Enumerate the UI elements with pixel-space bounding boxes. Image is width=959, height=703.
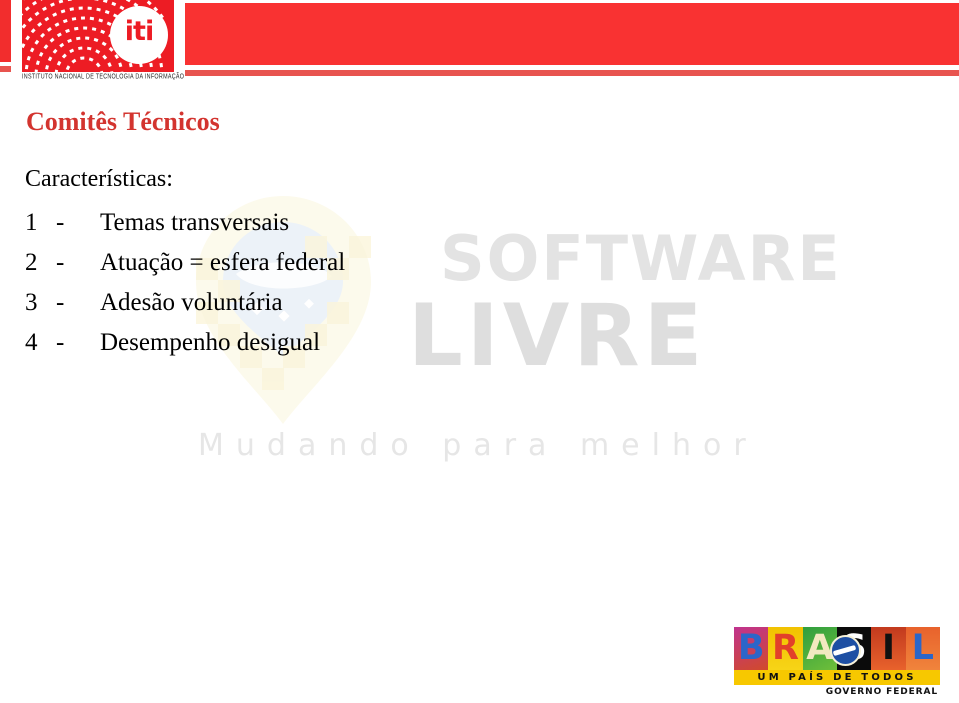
iti-logo: iti (22, 0, 174, 72)
brasil-flag-globe-band (832, 644, 857, 657)
list-item-dash: - (56, 249, 65, 276)
brasil-letter-b: B (734, 627, 769, 670)
list-item-label: Adesão voluntária (100, 289, 283, 316)
brasil-letter-l-glyph: L (911, 628, 934, 668)
brasil-letter-i: I (871, 627, 906, 670)
list-item-label: Atuação = esfera federal (100, 249, 346, 276)
brasil-letter-r-glyph: R (772, 628, 799, 668)
list-item-label: Temas transversais (100, 209, 290, 236)
page-title: Comitês Técnicos (26, 107, 220, 136)
subtitle: Características: (25, 166, 173, 192)
page-header: iti INSTITUTO NACIONAL DE TECNOLOGIA DA … (0, 0, 959, 92)
brasil-letter-b-glyph: B (737, 628, 765, 668)
list-item: 1 - Temas transversais (25, 203, 545, 243)
brasil-strip-text: UM PAÍS DE TODOS (757, 672, 917, 683)
list-item-dash: - (56, 329, 65, 356)
list-item-dash: - (56, 289, 65, 316)
header-thin-accent-bar (185, 70, 959, 76)
list-item-number: 2 (25, 249, 38, 276)
list-item: 2 - Atuação = esfera federal (25, 243, 545, 283)
brasil-letter-i-glyph: I (881, 628, 895, 668)
left-accent-bar-tail (0, 66, 11, 72)
feature-list: 1 - Temas transversais 2 - Atuação = esf… (25, 203, 545, 363)
brasil-strip: UM PAÍS DE TODOS (734, 670, 940, 685)
list-item-number: 1 (25, 209, 38, 236)
list-item: 3 - Adesão voluntária (25, 283, 545, 323)
list-item-dash: - (56, 209, 65, 236)
iti-logo-caption: INSTITUTO NACIONAL DE TECNOLOGIA DA INFO… (22, 73, 185, 82)
brasil-flag-globe-icon (830, 635, 861, 666)
brasil-government-logo: B R A S I L UM PAÍS DE TODOS GOVERNO FED… (734, 627, 940, 697)
brasil-letter-l: L (905, 627, 940, 670)
brasil-government-text: GOVERNO FEDERAL (825, 687, 938, 697)
list-item-number: 4 (25, 329, 38, 356)
brasil-letter-r: R (768, 627, 803, 670)
tagline-watermark-text: Mudando para melhor (198, 428, 758, 463)
header-red-bar (185, 3, 959, 65)
list-item: 4 - Desempenho desigual (25, 323, 545, 363)
list-item-label: Desempenho desigual (100, 329, 321, 356)
iti-wordmark: iti (124, 16, 154, 47)
list-item-number: 3 (25, 289, 38, 316)
left-accent-bar (0, 0, 11, 62)
